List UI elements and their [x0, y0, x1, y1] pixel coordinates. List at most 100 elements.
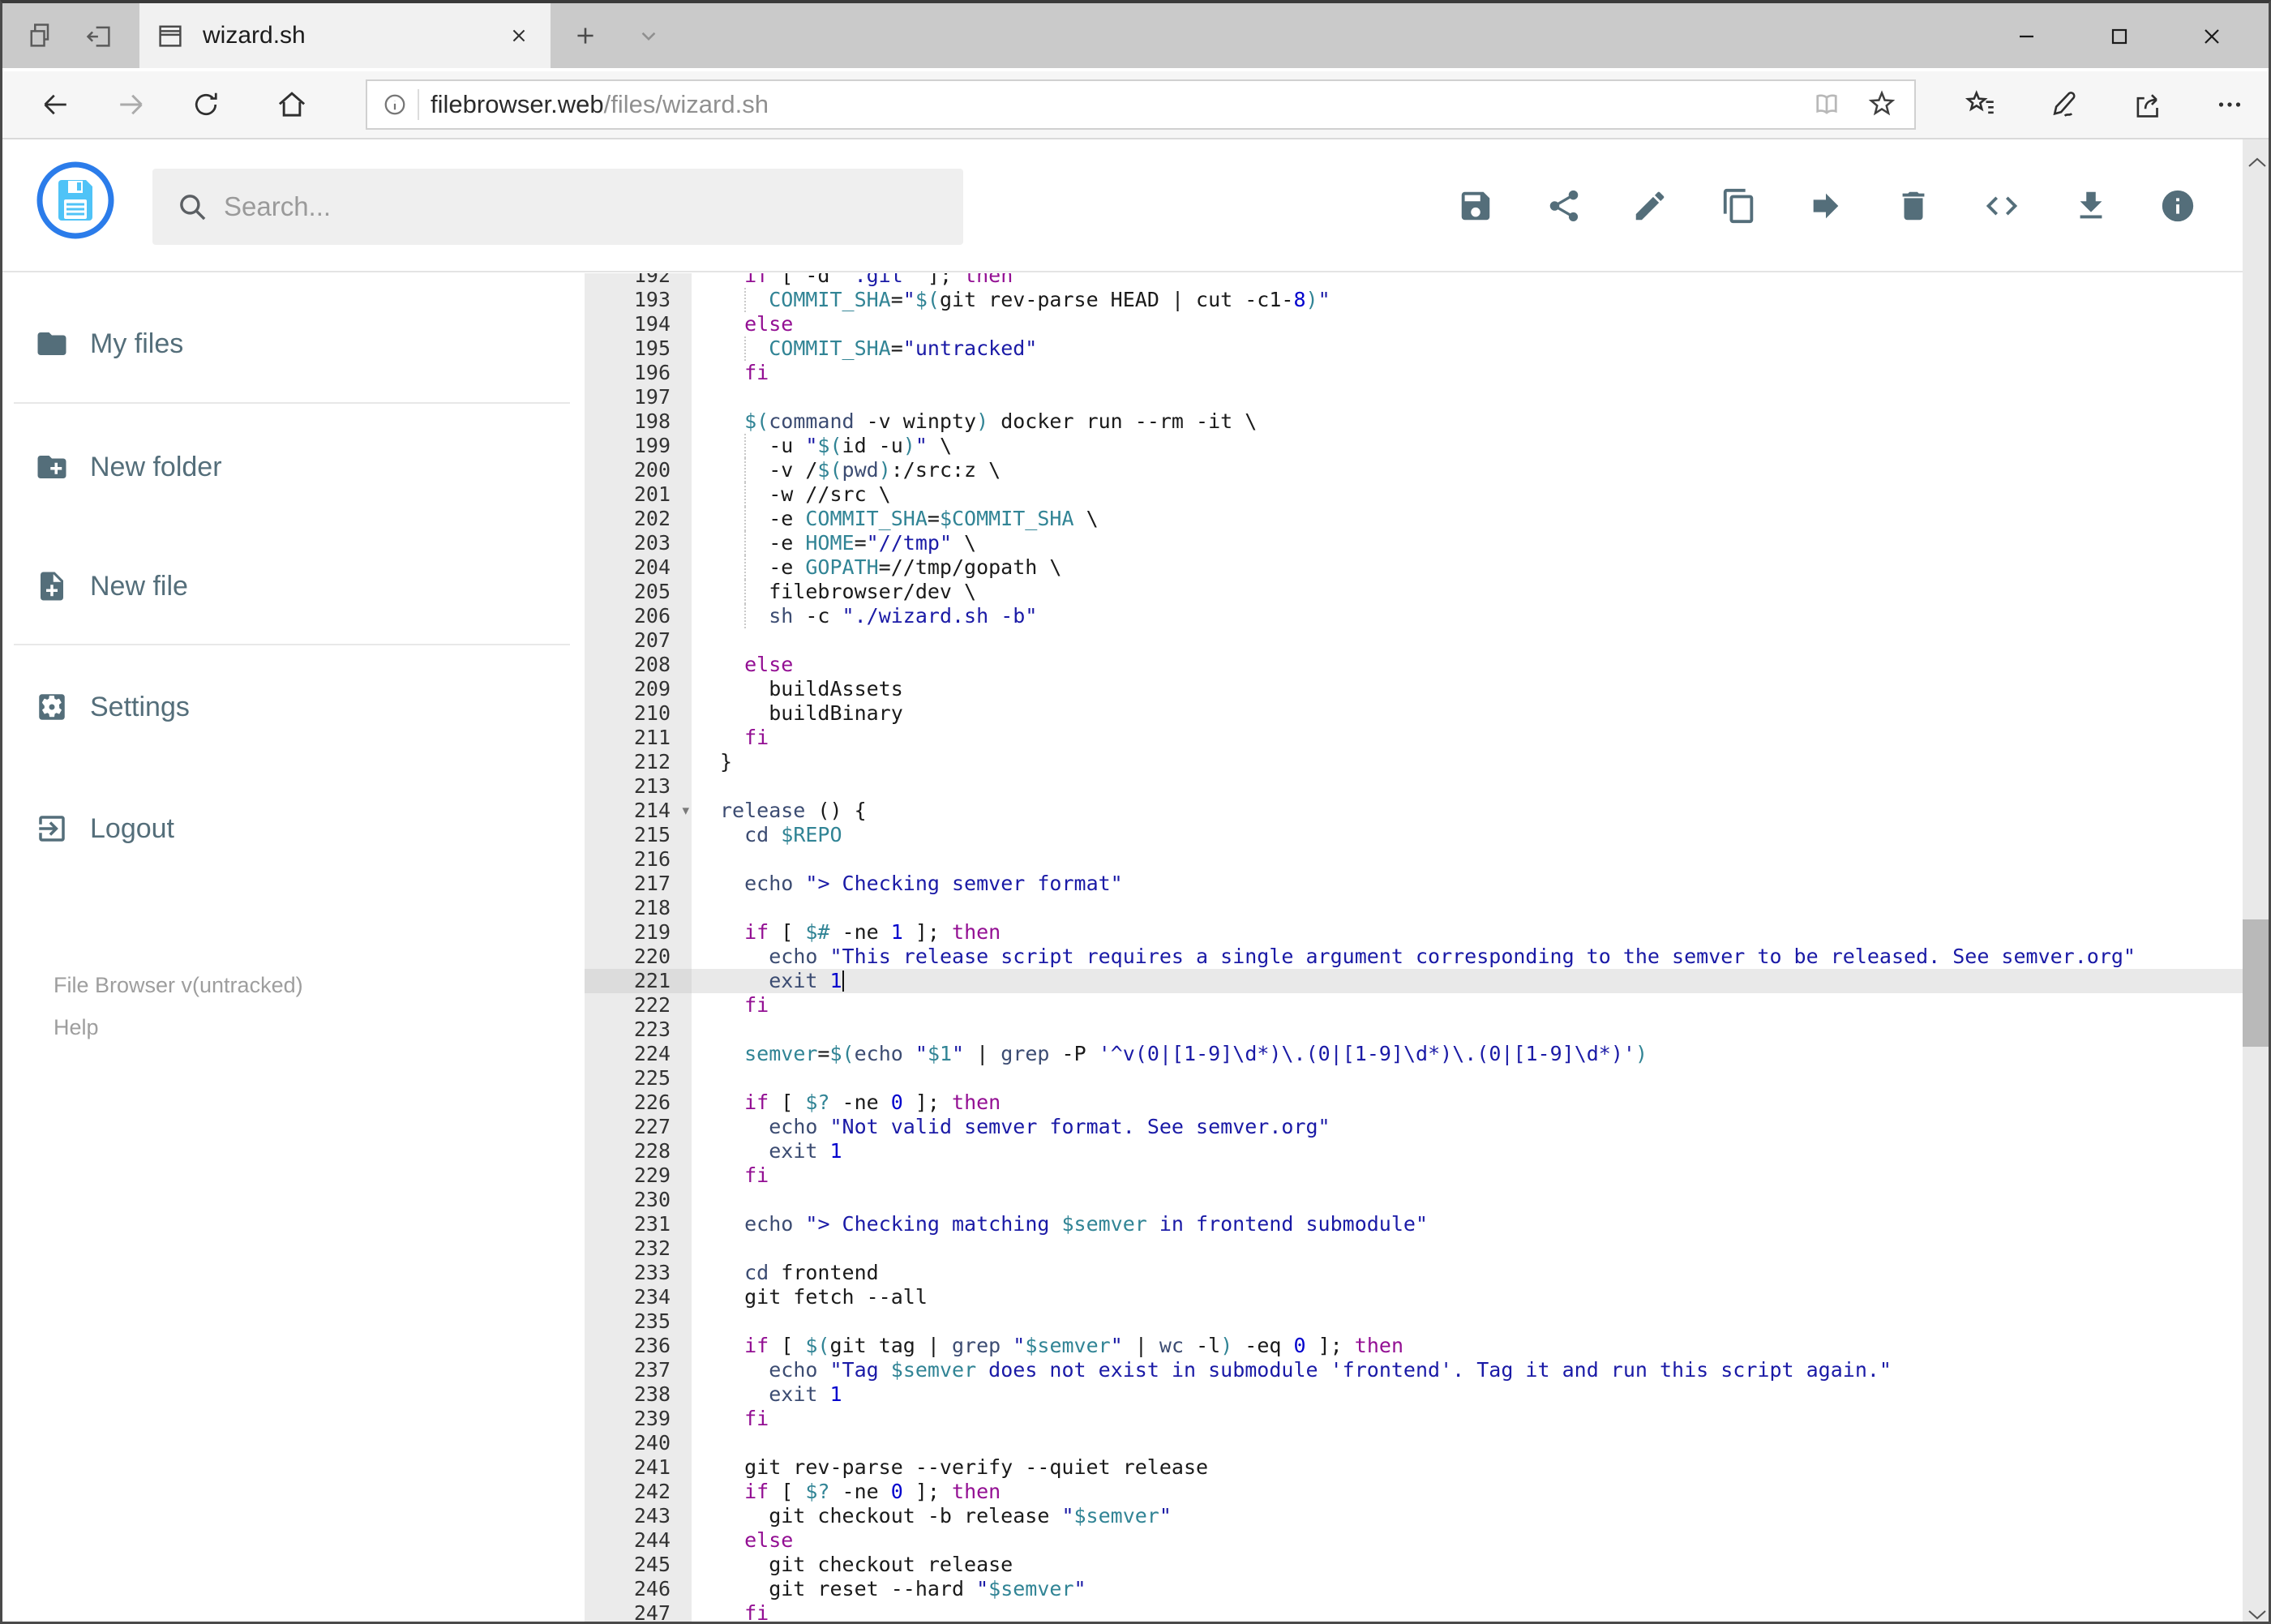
code-line[interactable]: 239 fi — [585, 1407, 2243, 1431]
share-file-button[interactable] — [1528, 169, 1600, 242]
code-line[interactable]: 193 COMMIT_SHA="$(git rev-parse HEAD | c… — [585, 288, 2243, 312]
code-line[interactable]: 203 -e HOME="//tmp" \ — [585, 531, 2243, 555]
maximize-button[interactable] — [2072, 3, 2165, 68]
code-line[interactable]: 228 exit 1 — [585, 1139, 2243, 1163]
address-bar[interactable]: filebrowser.web/files/wizard.sh — [366, 79, 1916, 130]
code-line[interactable]: 223 — [585, 1018, 2243, 1042]
search-input[interactable]: Search... — [152, 169, 963, 245]
code-line[interactable]: 245 git checkout release — [585, 1553, 2243, 1577]
web-notes-button[interactable] — [2036, 71, 2093, 138]
code-line[interactable]: 243 git checkout -b release "$semver" — [585, 1504, 2243, 1528]
code-line[interactable]: 232 — [585, 1236, 2243, 1261]
minimize-button[interactable] — [1980, 3, 2072, 68]
url-text[interactable]: filebrowser.web/files/wizard.sh — [431, 90, 769, 119]
source-code-button[interactable] — [1965, 169, 2038, 242]
fold-toggle-icon[interactable]: ▾ — [682, 799, 689, 823]
delete-button[interactable] — [1877, 169, 1950, 242]
code-editor[interactable]: 192 if [ -d ".git" ]; then 193 COMMIT_SHA… — [585, 273, 2243, 1622]
sidebar-item-new-file[interactable]: New file — [35, 562, 188, 611]
code-line[interactable]: 244 else — [585, 1528, 2243, 1553]
code-line[interactable]: 194 else — [585, 312, 2243, 336]
rename-button[interactable] — [1613, 169, 1686, 242]
code-line[interactable]: 195 COMMIT_SHA="untracked" — [585, 336, 2243, 361]
sidebar-item-new-folder[interactable]: New folder — [35, 443, 222, 491]
tab-list-dropdown-button[interactable] — [625, 3, 672, 68]
code-line[interactable]: 247 fi — [585, 1601, 2243, 1622]
code-line[interactable]: 197 — [585, 385, 2243, 409]
code-line[interactable]: 227 echo "Not valid semver format. See s… — [585, 1115, 2243, 1139]
sidebar-item-settings[interactable]: Settings — [35, 683, 190, 731]
code-line[interactable]: 199 -u "$(id -u)" \ — [585, 434, 2243, 458]
move-button[interactable] — [1789, 169, 1862, 242]
code-line[interactable]: 226 if [ $? -ne 0 ]; then — [585, 1091, 2243, 1115]
download-button[interactable] — [2055, 169, 2127, 242]
code-line[interactable]: 219 if [ $# -ne 1 ]; then — [585, 920, 2243, 945]
help-link[interactable]: Help — [54, 1015, 99, 1040]
code-line[interactable]: 207 — [585, 628, 2243, 653]
code-line[interactable]: 212} — [585, 750, 2243, 774]
share-button[interactable] — [2120, 71, 2177, 138]
code-line[interactable]: 209 buildAssets — [585, 677, 2243, 701]
code-line[interactable]: 198 $(command -v winpty) docker run --rm… — [585, 409, 2243, 434]
code-line[interactable]: 229 fi — [585, 1163, 2243, 1188]
code-line[interactable]: 206 sh -c "./wizard.sh -b" — [585, 604, 2243, 628]
code-line[interactable]: 241 git rev-parse --verify --quiet relea… — [585, 1455, 2243, 1480]
tab-close-icon[interactable] — [507, 24, 531, 48]
code-line[interactable]: 210 buildBinary — [585, 701, 2243, 726]
code-line[interactable]: 230 — [585, 1188, 2243, 1212]
code-line[interactable]: 192 if [ -d ".git" ]; then — [585, 273, 2243, 288]
set-tabs-aside-button[interactable] — [75, 3, 122, 68]
code-line[interactable]: 233 cd frontend — [585, 1261, 2243, 1285]
code-line[interactable]: 214 ▾ release () { — [585, 799, 2243, 823]
code-line[interactable]: 221 exit 1 — [585, 969, 2243, 993]
code-line[interactable]: 196 fi — [585, 361, 2243, 385]
code-line[interactable]: 235 — [585, 1309, 2243, 1334]
code-line[interactable]: 222 fi — [585, 993, 2243, 1018]
code-line[interactable]: 205 filebrowser/dev \ — [585, 580, 2243, 604]
tab-preview-button[interactable] — [17, 3, 64, 68]
code-line[interactable]: 200 -v /$(pwd):/src:z \ — [585, 458, 2243, 482]
back-button[interactable] — [27, 71, 84, 138]
close-button[interactable] — [2165, 3, 2257, 68]
code-line[interactable]: 236 if [ $(git tag | grep "$semver" | wc… — [585, 1334, 2243, 1358]
code-line[interactable]: 213 — [585, 774, 2243, 799]
code-line[interactable]: 217 echo "> Checking semver format" — [585, 872, 2243, 896]
code-line[interactable]: 216 — [585, 847, 2243, 872]
code-line[interactable]: 237 echo "Tag $semver does not exist in … — [585, 1358, 2243, 1382]
copy-button[interactable] — [1703, 169, 1776, 242]
more-actions-button[interactable] — [2201, 71, 2258, 138]
code-line[interactable]: 218 — [585, 896, 2243, 920]
browser-tab[interactable]: wizard.sh — [139, 3, 551, 68]
code-line[interactable]: 224 semver=$(echo "$1" | grep -P '^v(0|[… — [585, 1042, 2243, 1066]
code-line[interactable]: 225 — [585, 1066, 2243, 1091]
filebrowser-logo[interactable] — [36, 161, 115, 240]
code-line[interactable]: 201 -w //src \ — [585, 482, 2243, 507]
code-line[interactable]: 208 else — [585, 653, 2243, 677]
scroll-down-icon[interactable] — [2243, 1599, 2269, 1622]
code-line[interactable]: 234 git fetch --all — [585, 1285, 2243, 1309]
scrollbar-thumb[interactable] — [2243, 919, 2269, 1047]
favorites-hub-button[interactable] — [1952, 71, 2009, 138]
page-scrollbar[interactable] — [2243, 139, 2269, 1622]
sidebar-item-my-files[interactable]: My files — [35, 319, 183, 368]
sidebar-item-logout[interactable]: Logout — [35, 804, 174, 853]
code-line[interactable]: 215 cd $REPO — [585, 823, 2243, 847]
site-info-icon[interactable] — [380, 90, 409, 119]
code-line[interactable]: 204 -e GOPATH=//tmp/gopath \ — [585, 555, 2243, 580]
code-line[interactable]: 246 git reset --hard "$semver" — [585, 1577, 2243, 1601]
code-line[interactable]: 202 -e COMMIT_SHA=$COMMIT_SHA \ — [585, 507, 2243, 531]
code-line[interactable]: 211 fi — [585, 726, 2243, 750]
forward-button[interactable] — [103, 71, 160, 138]
add-favorite-star-icon[interactable] — [1866, 88, 1898, 121]
code-line[interactable]: 238 exit 1 — [585, 1382, 2243, 1407]
reading-view-icon[interactable] — [1810, 88, 1843, 121]
code-line[interactable]: 242 if [ $? -ne 0 ]; then — [585, 1480, 2243, 1504]
scroll-up-icon[interactable] — [2243, 146, 2269, 178]
new-tab-button[interactable] — [562, 3, 609, 68]
code-line[interactable]: 220 echo "This release script requires a… — [585, 945, 2243, 969]
home-button[interactable] — [264, 71, 320, 138]
code-line[interactable]: 231 echo "> Checking matching $semver in… — [585, 1212, 2243, 1236]
code-line[interactable]: 240 — [585, 1431, 2243, 1455]
save-button[interactable] — [1439, 169, 1512, 242]
info-button[interactable] — [2141, 169, 2214, 242]
